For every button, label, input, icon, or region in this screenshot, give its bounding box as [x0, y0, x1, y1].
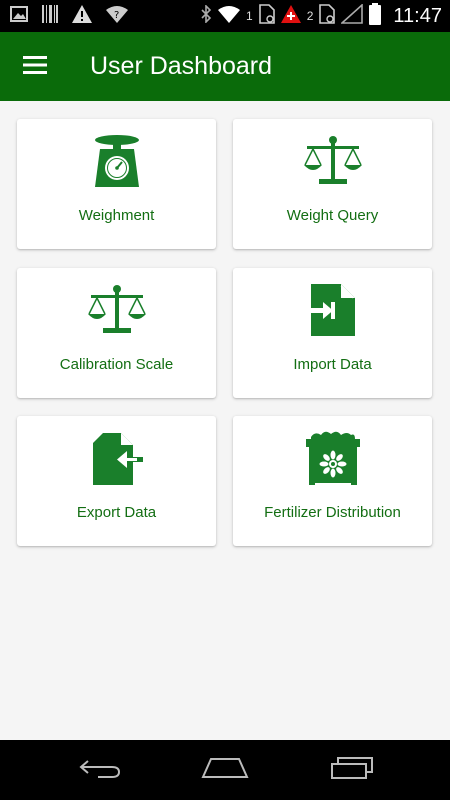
wifi-question-icon: ? — [106, 5, 128, 28]
fertilizer-distribution-card[interactable]: Fertilizer Distribution — [233, 416, 432, 546]
balance-scale-icon — [233, 127, 432, 195]
back-button[interactable] — [70, 752, 130, 788]
balance-scale-icon — [17, 276, 216, 344]
file-export-icon — [17, 424, 216, 492]
weighment-card[interactable]: Weighment — [17, 119, 216, 249]
file-import-icon — [233, 276, 432, 344]
import-data-card[interactable]: Import Data — [233, 268, 432, 398]
export-data-label: Export Data — [76, 504, 157, 521]
wifi-icon — [218, 5, 241, 28]
recent-apps-icon — [330, 756, 374, 785]
status-bar-left: ? — [10, 4, 128, 28]
kitchen-scale-icon — [17, 127, 216, 195]
page-title: User Dashboard — [90, 52, 273, 80]
calibration-scale-label: Calibration Scale — [59, 356, 174, 373]
status-bar-right: 1 2 11:47 — [200, 2, 442, 30]
battery-icon — [369, 2, 382, 30]
clock: 11:47 — [393, 4, 442, 27]
sim1-label: 1 — [246, 9, 253, 23]
back-icon — [78, 757, 122, 784]
fertilizer-distribution-label: Fertilizer Distribution — [264, 504, 401, 521]
hamburger-menu-icon — [23, 55, 47, 80]
import-data-label: Import Data — [293, 356, 372, 373]
weight-query-label: Weight Query — [286, 207, 379, 224]
bluetooth-icon — [200, 3, 212, 28]
navigation-bar — [0, 740, 450, 800]
image-icon — [10, 5, 28, 27]
signal-icon — [340, 2, 364, 29]
menu-button[interactable] — [14, 46, 56, 88]
sim2-icon — [319, 3, 336, 29]
home-icon — [201, 757, 249, 784]
weight-query-card[interactable]: Weight Query — [233, 119, 432, 249]
export-data-card[interactable]: Export Data — [17, 416, 216, 546]
home-button[interactable] — [195, 752, 255, 788]
recent-apps-button[interactable] — [322, 752, 382, 788]
status-bar: ? 1 2 11:47 — [0, 0, 450, 32]
app-bar: User Dashboard — [0, 32, 450, 101]
calibration-scale-card[interactable]: Calibration Scale — [17, 268, 216, 398]
weighment-label: Weighment — [78, 207, 155, 224]
sim1-icon — [258, 3, 275, 29]
swiss-flag-icon — [280, 4, 301, 28]
fertilizer-bin-icon — [233, 424, 432, 492]
warning-icon — [72, 4, 92, 28]
sim2-label: 2 — [306, 9, 314, 23]
svg-text:?: ? — [114, 10, 119, 21]
barcode-icon — [42, 4, 58, 28]
